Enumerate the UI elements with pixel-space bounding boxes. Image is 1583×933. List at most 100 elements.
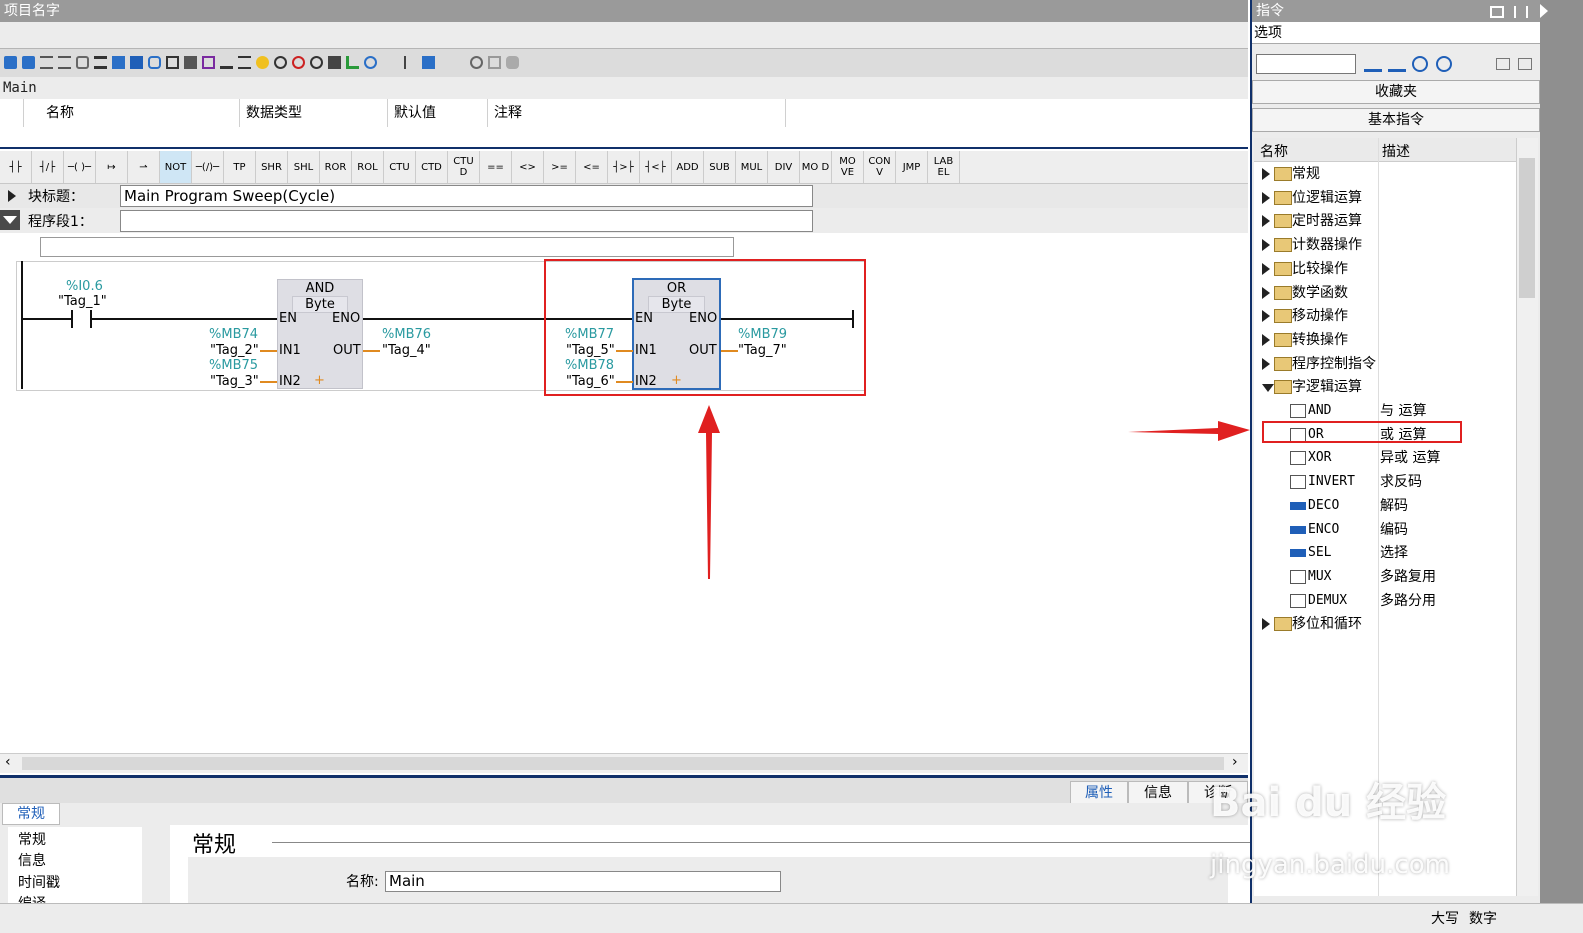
favorites-header[interactable]: 收藏夹 (1252, 80, 1540, 104)
horizontal-scrollbar[interactable]: ‹ › (0, 753, 1248, 773)
tree-folder[interactable]: 转换操作 (1254, 328, 1516, 352)
tree-folder[interactable]: 常规 (1254, 162, 1516, 186)
ladder-tool-button[interactable]: SHR (256, 151, 288, 183)
table-icon[interactable] (111, 54, 126, 72)
ladder-tool-button[interactable]: NOT (160, 151, 192, 183)
restore-icon[interactable] (1490, 6, 1504, 18)
ladder-tool-button[interactable]: DIV (768, 151, 800, 183)
chart-icon[interactable] (1364, 56, 1382, 72)
comment-icon[interactable] (147, 54, 162, 72)
settings-icon[interactable] (1436, 56, 1452, 72)
ladder-tool-button[interactable]: ↦ (96, 151, 128, 183)
nav-compile[interactable]: 编译 (18, 893, 46, 903)
ladder-tool-button[interactable]: <> (512, 151, 544, 183)
expand-icon[interactable] (1262, 262, 1270, 275)
tree-folder[interactable]: 位逻辑运算 (1254, 186, 1516, 210)
expand-icon[interactable] (1262, 215, 1270, 228)
reference-icon[interactable] (403, 54, 418, 72)
tree-item-invert[interactable]: INVERT 求反码 (1254, 470, 1516, 494)
name-input[interactable]: Main (385, 871, 781, 892)
tree-folder[interactable]: 比较操作 (1254, 257, 1516, 281)
ladder-tool-button[interactable]: >= (544, 151, 576, 183)
delete-network-icon[interactable] (21, 54, 36, 72)
segment-title-input[interactable] (120, 210, 813, 232)
ladder-tool-button[interactable]: SUB (704, 151, 736, 183)
ladder-tool-button[interactable]: LAB EL (928, 151, 960, 183)
tab-info[interactable]: 信息 (1128, 781, 1188, 805)
collapse-arrow-icon[interactable] (3, 216, 17, 224)
jump-01-icon[interactable] (309, 54, 324, 72)
tree-folder-expanded[interactable]: 字逻辑运算 (1254, 375, 1516, 399)
ladder-tool-button[interactable]: ROR (320, 151, 352, 183)
and-in2-tag[interactable]: "Tag_3" (210, 374, 259, 389)
collapse-icon[interactable] (1262, 384, 1274, 393)
chart2-icon[interactable] (1388, 56, 1406, 72)
ladder-tool-button[interactable]: ROL (352, 151, 384, 183)
ladder-tool-button[interactable]: <= (576, 151, 608, 183)
insert-row-icon[interactable] (39, 54, 54, 72)
ladder-tool-button[interactable]: JMP (896, 151, 928, 183)
tree-scrollbar[interactable] (1516, 138, 1538, 896)
tree-item-enco[interactable]: ENCO 编码 (1254, 518, 1516, 542)
value-icon[interactable] (165, 54, 180, 72)
and-in1-tag[interactable]: "Tag_2" (210, 343, 259, 358)
expand-arrow-icon[interactable] (8, 190, 16, 202)
rows-icon[interactable] (237, 54, 252, 72)
tree-folder[interactable]: 数学函数 (1254, 281, 1516, 305)
scroll-thumb[interactable] (22, 757, 1224, 770)
and-add-input[interactable]: + (314, 373, 325, 388)
play-icon[interactable] (327, 54, 342, 72)
strip-arrow-icon[interactable] (1540, 4, 1548, 18)
expand-icon[interactable] (1262, 310, 1270, 323)
ladder-tool-button[interactable]: ┤/├ (32, 151, 64, 183)
ladder-tool-button[interactable]: MO VE (832, 151, 864, 183)
layout-icon[interactable] (1514, 6, 1528, 18)
ladder-tool-button[interactable]: ⇀ (128, 151, 160, 183)
view1-icon[interactable] (1496, 58, 1510, 70)
ladder-tool-button[interactable]: SHL (288, 151, 320, 183)
nav-timestamp[interactable]: 时间戳 (18, 872, 60, 892)
table-blue-icon[interactable] (129, 54, 144, 72)
tree-folder[interactable]: 定时器运算 (1254, 209, 1516, 233)
tree-item-and[interactable]: AND 与 运算 (1254, 399, 1516, 423)
link-icon[interactable] (75, 54, 90, 72)
scroll-left-icon[interactable]: ‹ (5, 754, 11, 770)
ladder-tool-button[interactable]: CTU (384, 151, 416, 183)
expand-icon[interactable] (1262, 239, 1270, 252)
tree-item-sel[interactable]: SEL 选择 (1254, 541, 1516, 565)
tree-item-demux[interactable]: DEMUX 多路分用 (1254, 589, 1516, 613)
segment-comment-input[interactable] (40, 237, 734, 257)
tree-item-mux[interactable]: MUX 多路复用 (1254, 565, 1516, 589)
jump-icon[interactable] (273, 54, 288, 72)
ladder-tool-button[interactable]: ┤<├ (640, 151, 672, 183)
expand-icon[interactable] (1262, 618, 1270, 631)
ladder-tool-button[interactable]: CTD (416, 151, 448, 183)
expand-icon[interactable] (1262, 286, 1270, 299)
ladder-tool-button[interactable]: ┤>├ (608, 151, 640, 183)
goto-icon[interactable] (421, 54, 436, 72)
instruction-search-input[interactable] (1256, 54, 1356, 74)
ladder-tool-button[interactable]: ADD (672, 151, 704, 183)
ladder-tool-button[interactable]: ┤├ (0, 151, 32, 183)
and-out-tag[interactable]: "Tag_4" (382, 343, 431, 358)
ladder-tool-button[interactable]: MUL (736, 151, 768, 183)
jump-delete-icon[interactable] (291, 54, 306, 72)
tree-item-deco[interactable]: DECO 解码 (1254, 494, 1516, 518)
ladder-editor[interactable]: %I0.6 "Tag_1" AND Byte EN ENO IN1 OUT IN… (0, 233, 1250, 753)
options-header[interactable]: 选项 (1252, 22, 1540, 44)
contact-tag[interactable]: "Tag_1" (58, 294, 107, 309)
insert-network-icon[interactable] (3, 54, 18, 72)
view2-icon[interactable] (1518, 58, 1532, 70)
ladder-tool-button[interactable]: CON V (864, 151, 896, 183)
props-tab-general[interactable]: 常规 (2, 803, 60, 825)
ladder-tool-button[interactable]: MO D (800, 151, 832, 183)
ladder-tool-button[interactable]: ─( )─ (64, 151, 96, 183)
ladder-tool-button[interactable]: TP (224, 151, 256, 183)
block-title-input[interactable]: Main Program Sweep(Cycle) (120, 185, 813, 207)
check-icon[interactable] (345, 54, 360, 72)
star-icon[interactable] (255, 54, 270, 72)
compare-icon[interactable] (487, 54, 502, 72)
tree-folder[interactable]: 计数器操作 (1254, 233, 1516, 257)
ladder-tool-button[interactable]: CTU D (448, 151, 480, 183)
refresh-icon[interactable] (1412, 56, 1428, 72)
